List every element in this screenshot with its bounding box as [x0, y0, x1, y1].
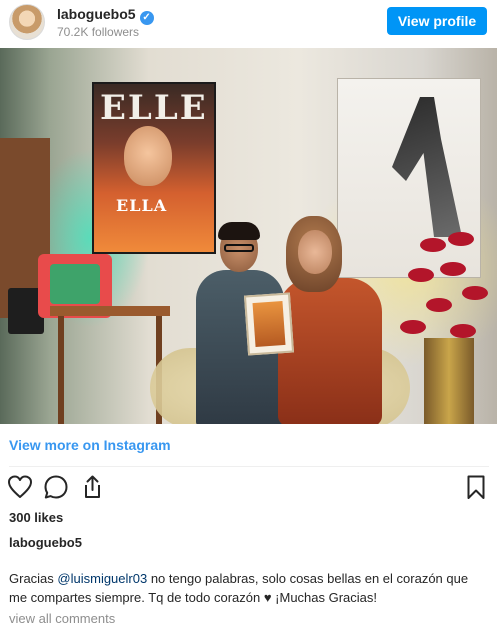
frame-picture	[252, 301, 286, 347]
man-glasses	[224, 244, 254, 252]
magazine-cover-face	[124, 126, 172, 186]
magazine-masthead: ELLE	[100, 88, 208, 128]
share-icon[interactable]	[78, 473, 106, 501]
verified-badge-icon: ✓	[139, 11, 154, 25]
followers-count: 70.2K followers	[57, 25, 140, 39]
held-picture-frame	[243, 292, 295, 356]
likes-count[interactable]: 300 likes	[9, 510, 63, 525]
tv-screen	[50, 264, 100, 304]
woman-face	[298, 230, 332, 274]
table-leg	[58, 316, 64, 424]
post-caption: Gracias @luismiguelr03 no tengo palabras…	[9, 569, 489, 607]
caption-prefix: Gracias	[9, 571, 58, 586]
avatar[interactable]	[9, 4, 45, 40]
bookmark-icon[interactable]	[462, 473, 490, 501]
side-table	[50, 306, 170, 316]
instagram-embed: laboguebo5 ✓ 70.2K followers View profile…	[0, 0, 497, 632]
pedestal	[424, 338, 474, 424]
divider	[9, 466, 489, 467]
man-hair	[218, 222, 260, 240]
magazine-headline: ELLA	[116, 196, 168, 215]
comment-icon[interactable]	[42, 473, 70, 501]
header-username[interactable]: laboguebo5	[57, 6, 136, 22]
post-owner-username[interactable]: laboguebo5	[9, 535, 82, 550]
view-more-link[interactable]: View more on Instagram	[9, 437, 171, 453]
view-all-comments-link[interactable]: view all comments	[9, 611, 115, 626]
action-bar	[0, 473, 497, 505]
header-username-row[interactable]: laboguebo5 ✓	[57, 6, 154, 25]
view-profile-button[interactable]: View profile	[387, 7, 487, 35]
poster-figure	[392, 97, 462, 237]
caption-mention[interactable]: @luismiguelr03	[57, 571, 147, 586]
heart-icon[interactable]	[6, 473, 34, 501]
post-photo[interactable]: ELLE ELLA	[0, 48, 497, 424]
poinsettia-plant	[400, 228, 490, 348]
post-header: laboguebo5 ✓ 70.2K followers View profile	[0, 0, 497, 48]
